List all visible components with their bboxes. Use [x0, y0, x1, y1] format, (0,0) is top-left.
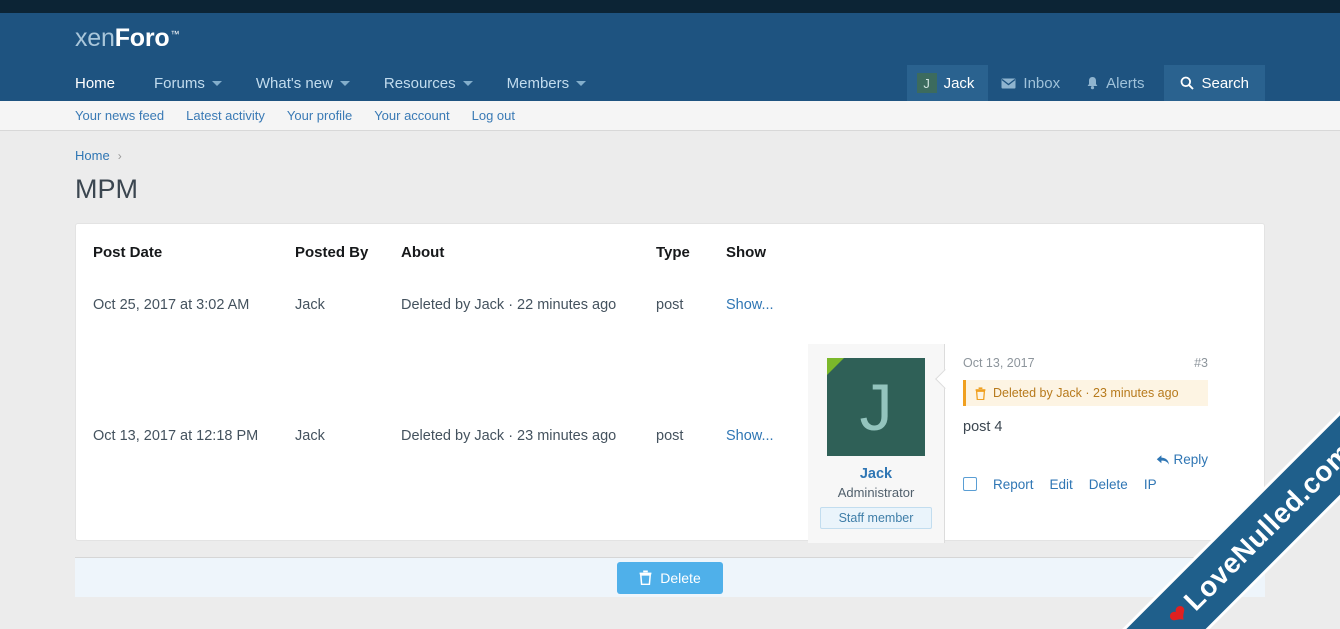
- column-header-type: Type: [656, 244, 690, 261]
- visitor-menu-account[interactable]: J Jack: [906, 65, 989, 101]
- envelope-icon: [1001, 78, 1016, 89]
- nav-item-label: Members: [506, 74, 570, 92]
- search-icon: [1180, 76, 1195, 90]
- post-action-edit[interactable]: Edit: [1050, 477, 1073, 492]
- cell-posted-by: Jack: [295, 428, 325, 444]
- column-header-show: Show: [726, 244, 766, 261]
- cell-type: post: [656, 428, 684, 444]
- online-corner-icon: [827, 358, 844, 375]
- cell-posted-by: Jack: [295, 297, 325, 313]
- cell-about: Deleted by Jack · 22 minutes ago: [401, 297, 617, 313]
- page-bottom-stub: [75, 617, 1265, 629]
- post-message-panel: Oct 13, 2017 #3 Deleted by Jack · 23 min…: [945, 344, 1228, 543]
- nav-item-members[interactable]: Members: [490, 65, 604, 101]
- staff-member-badge: Staff member: [820, 507, 932, 529]
- chevron-down-icon: [211, 80, 222, 86]
- page-root: xenForo™ Home Forums What's new Resource…: [0, 0, 1340, 629]
- column-header-posted-by: Posted By: [295, 244, 369, 261]
- post-date[interactable]: Oct 13, 2017: [963, 356, 1035, 370]
- table-row: Oct 25, 2017 at 3:02 AM Jack Deleted by …: [76, 291, 1264, 319]
- sub-navigation: Your news feed Latest activity Your prof…: [0, 101, 1340, 131]
- cell-post-date: Oct 13, 2017 at 12:18 PM: [93, 428, 259, 444]
- delete-button-label: Delete: [660, 569, 701, 586]
- bell-icon: [1086, 76, 1099, 90]
- nav-item-label: Forums: [154, 74, 205, 92]
- breadcrumb: Home ›: [75, 131, 1265, 163]
- post-author-title: Administrator: [837, 485, 915, 500]
- subnav-item-news-feed[interactable]: Your news feed: [75, 108, 164, 123]
- trash-icon: [975, 386, 986, 400]
- post-user-panel: J Jack Administrator Staff member: [808, 344, 955, 543]
- site-logo[interactable]: xenForo™: [75, 24, 179, 53]
- reply-button[interactable]: Reply: [1156, 452, 1208, 467]
- table-header-row: Post Date Posted By About Type Show: [76, 224, 1264, 261]
- nav-item-resources[interactable]: Resources: [367, 65, 490, 101]
- nav-item-label: Home: [75, 74, 116, 92]
- post-reply-row: Reply: [963, 452, 1208, 469]
- delete-button[interactable]: Delete: [617, 561, 723, 594]
- cell-post-date: Oct 25, 2017 at 3:02 AM: [93, 297, 250, 313]
- post-select-checkbox[interactable]: [963, 477, 977, 491]
- post-body: post 4: [963, 419, 1003, 435]
- logo-trademark: ™: [170, 28, 180, 39]
- avatar[interactable]: J: [827, 358, 925, 456]
- cell-type: post: [656, 297, 684, 313]
- subnav-item-log-out[interactable]: Log out: [472, 108, 515, 123]
- account-label: Jack: [943, 74, 975, 92]
- avatar: J: [916, 73, 937, 93]
- trash-icon: [639, 570, 652, 586]
- post-action-delete[interactable]: Delete: [1089, 477, 1128, 492]
- search-label: Search: [1201, 74, 1249, 92]
- subnav-item-your-profile[interactable]: Your profile: [287, 108, 352, 123]
- nav-item-home[interactable]: Home: [75, 65, 137, 101]
- post-author-name[interactable]: Jack: [820, 466, 932, 482]
- breadcrumb-item-home[interactable]: Home: [75, 148, 110, 163]
- nav-item-label: What's new: [255, 74, 333, 92]
- chevron-down-icon: [339, 80, 350, 86]
- deleted-notice-text: Deleted by Jack · 23 minutes ago: [993, 386, 1179, 400]
- page-title: MPM: [75, 174, 138, 204]
- action-bar: Delete: [75, 557, 1265, 597]
- main-navigation: Home Forums What's new Resources Members: [75, 65, 603, 101]
- post-meta: Oct 13, 2017 #3: [963, 356, 1208, 370]
- post-action-ip[interactable]: IP: [1144, 477, 1157, 492]
- nav-item-forums[interactable]: Forums: [137, 65, 239, 101]
- post-actions: Report Edit Delete IP: [963, 477, 1208, 492]
- logo-suffix: Foro: [114, 24, 170, 52]
- site-header: xenForo™ Home Forums What's new Resource…: [0, 13, 1340, 101]
- chevron-right-icon: ›: [117, 148, 122, 163]
- column-header-post-date: Post Date: [93, 244, 163, 261]
- deleted-notice: Deleted by Jack · 23 minutes ago: [963, 380, 1208, 406]
- post-number[interactable]: #3: [1194, 356, 1208, 370]
- top-strip: [0, 0, 1340, 13]
- inbox-label: Inbox: [1023, 74, 1061, 92]
- show-link[interactable]: Show...: [726, 297, 806, 313]
- nav-item-label: Resources: [383, 74, 456, 92]
- show-link[interactable]: Show...: [726, 428, 806, 444]
- reply-label: Reply: [1173, 452, 1208, 467]
- nav-item-whats-new[interactable]: What's new: [239, 65, 367, 101]
- post-preview: J Jack Administrator Staff member Oct 13…: [808, 344, 1228, 543]
- chevron-down-icon: [462, 80, 473, 86]
- chevron-down-icon: [576, 80, 587, 86]
- visitor-menu-alerts[interactable]: Alerts: [1073, 65, 1157, 101]
- cell-about: Deleted by Jack · 23 minutes ago: [401, 428, 617, 444]
- subnav-item-your-account[interactable]: Your account: [374, 108, 449, 123]
- content-card: Post Date Posted By About Type Show Oct …: [75, 223, 1265, 543]
- avatar-initial: J: [859, 370, 893, 444]
- column-header-about: About: [401, 244, 445, 261]
- post-action-report[interactable]: Report: [993, 477, 1034, 492]
- reply-arrow-icon: [1156, 454, 1170, 466]
- logo-prefix: xen: [75, 24, 115, 52]
- visitor-navigation: J Jack Inbox Alerts Search: [906, 65, 1265, 101]
- subnav-item-latest-activity[interactable]: Latest activity: [186, 108, 265, 123]
- alerts-label: Alerts: [1106, 74, 1145, 92]
- visitor-menu-inbox[interactable]: Inbox: [988, 65, 1073, 101]
- search-button[interactable]: Search: [1164, 65, 1265, 101]
